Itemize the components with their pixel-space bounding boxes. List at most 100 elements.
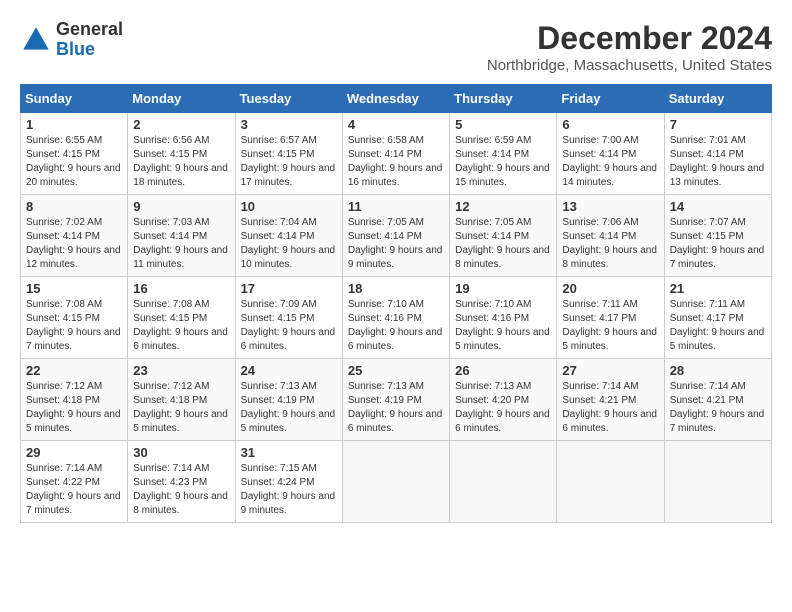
calendar-cell: 2 Sunrise: 6:56 AMSunset: 4:15 PMDaylight… [128, 113, 235, 195]
calendar-cell: 15 Sunrise: 7:08 AMSunset: 4:15 PMDayligh… [21, 277, 128, 359]
day-number: 29 [26, 445, 122, 460]
calendar-cell: 29Sunrise: 7:14 AMSunset: 4:22 PMDayligh… [21, 441, 128, 523]
day-info: Sunrise: 7:13 AMSunset: 4:19 PMDaylight:… [348, 380, 444, 436]
day-number: 5 [455, 117, 551, 132]
col-header-monday: Monday [128, 85, 235, 113]
day-number: 2 [133, 117, 229, 132]
calendar-cell: 13 Sunrise: 7:06 AMSunset: 4:14 PMDayligh… [557, 195, 664, 277]
day-number: 24 [241, 363, 337, 378]
calendar-cell: 7 Sunrise: 7:01 AMSunset: 4:14 PMDaylight… [664, 113, 771, 195]
day-info: Sunrise: 7:11 AMSunset: 4:17 PMDaylight:… [670, 298, 766, 354]
day-number: 19 [455, 281, 551, 296]
calendar-cell: 25Sunrise: 7:13 AMSunset: 4:19 PMDayligh… [342, 359, 449, 441]
calendar-cell: 14Sunrise: 7:07 AMSunset: 4:15 PMDayligh… [664, 195, 771, 277]
calendar-cell: 5 Sunrise: 6:59 AMSunset: 4:14 PMDaylight… [450, 113, 557, 195]
day-info: Sunrise: 7:06 AMSunset: 4:14 PMDaylight:… [562, 216, 658, 272]
day-info: Sunrise: 7:14 AMSunset: 4:21 PMDaylight:… [670, 380, 766, 436]
calendar-header-row: SundayMondayTuesdayWednesdayThursdayFrid… [21, 85, 772, 113]
calendar-cell: 24 Sunrise: 7:13 AMSunset: 4:19 PMDayligh… [235, 359, 342, 441]
day-info: Sunrise: 7:10 AMSunset: 4:16 PMDaylight:… [455, 298, 551, 354]
day-info: Sunrise: 7:12 AMSunset: 4:18 PMDaylight:… [133, 380, 229, 436]
day-info: Sunrise: 7:08 AMSunset: 4:15 PMDaylight:… [133, 298, 229, 354]
col-header-tuesday: Tuesday [235, 85, 342, 113]
calendar-cell: 27 Sunrise: 7:14 AMSunset: 4:21 PMDayligh… [557, 359, 664, 441]
calendar-table: SundayMondayTuesdayWednesdayThursdayFrid… [20, 84, 772, 523]
day-number: 13 [562, 199, 658, 214]
calendar-cell: 4 Sunrise: 6:58 AMSunset: 4:14 PMDaylight… [342, 113, 449, 195]
calendar-cell [450, 441, 557, 523]
day-info: Sunrise: 7:11 AMSunset: 4:17 PMDaylight:… [562, 298, 658, 354]
day-info: Sunrise: 7:00 AMSunset: 4:14 PMDaylight:… [562, 134, 658, 190]
day-number: 26 [455, 363, 551, 378]
day-info: Sunrise: 6:56 AMSunset: 4:15 PMDaylight:… [133, 134, 229, 190]
day-info: Sunrise: 7:14 AMSunset: 4:23 PMDaylight:… [133, 462, 229, 518]
day-info: Sunrise: 7:13 AMSunset: 4:20 PMDaylight:… [455, 380, 551, 436]
logo: General Blue [20, 20, 123, 60]
day-info: Sunrise: 7:03 AMSunset: 4:14 PMDaylight:… [133, 216, 229, 272]
day-info: Sunrise: 7:04 AMSunset: 4:14 PMDaylight:… [241, 216, 337, 272]
calendar-week-row: 29Sunrise: 7:14 AMSunset: 4:22 PMDayligh… [21, 441, 772, 523]
day-number: 30 [133, 445, 229, 460]
calendar-week-row: 1Sunrise: 6:55 AMSunset: 4:15 PMDaylight… [21, 113, 772, 195]
col-header-thursday: Thursday [450, 85, 557, 113]
day-info: Sunrise: 7:02 AMSunset: 4:14 PMDaylight:… [26, 216, 122, 272]
day-number: 6 [562, 117, 658, 132]
day-info: Sunrise: 7:09 AMSunset: 4:15 PMDaylight:… [241, 298, 337, 354]
calendar-cell: 19 Sunrise: 7:10 AMSunset: 4:16 PMDayligh… [450, 277, 557, 359]
calendar-cell: 26 Sunrise: 7:13 AMSunset: 4:20 PMDayligh… [450, 359, 557, 441]
day-number: 15 [26, 281, 122, 296]
calendar-cell: 6 Sunrise: 7:00 AMSunset: 4:14 PMDaylight… [557, 113, 664, 195]
day-info: Sunrise: 7:15 AMSunset: 4:24 PMDaylight:… [241, 462, 337, 518]
calendar-cell: 12Sunrise: 7:05 AMSunset: 4:14 PMDayligh… [450, 195, 557, 277]
day-info: Sunrise: 6:57 AMSunset: 4:15 PMDaylight:… [241, 134, 337, 190]
location-subtitle: Northbridge, Massachusetts, United State… [487, 57, 772, 74]
calendar-cell: 30 Sunrise: 7:14 AMSunset: 4:23 PMDayligh… [128, 441, 235, 523]
day-number: 27 [562, 363, 658, 378]
day-info: Sunrise: 7:13 AMSunset: 4:19 PMDaylight:… [241, 380, 337, 436]
day-info: Sunrise: 7:12 AMSunset: 4:18 PMDaylight:… [26, 380, 122, 436]
day-info: Sunrise: 7:14 AMSunset: 4:21 PMDaylight:… [562, 380, 658, 436]
calendar-week-row: 22Sunrise: 7:12 AMSunset: 4:18 PMDayligh… [21, 359, 772, 441]
day-number: 11 [348, 199, 444, 214]
col-header-friday: Friday [557, 85, 664, 113]
day-info: Sunrise: 7:05 AMSunset: 4:14 PMDaylight:… [348, 216, 444, 272]
day-number: 14 [670, 199, 766, 214]
calendar-cell: 23 Sunrise: 7:12 AMSunset: 4:18 PMDayligh… [128, 359, 235, 441]
calendar-cell: 20Sunrise: 7:11 AMSunset: 4:17 PMDayligh… [557, 277, 664, 359]
calendar-week-row: 15 Sunrise: 7:08 AMSunset: 4:15 PMDayligh… [21, 277, 772, 359]
col-header-saturday: Saturday [664, 85, 771, 113]
day-number: 18 [348, 281, 444, 296]
day-number: 4 [348, 117, 444, 132]
day-number: 10 [241, 199, 337, 214]
calendar-cell: 31Sunrise: 7:15 AMSunset: 4:24 PMDayligh… [235, 441, 342, 523]
title-block: December 2024 Northbridge, Massachusetts… [487, 20, 772, 74]
calendar-cell: 21 Sunrise: 7:11 AMSunset: 4:17 PMDayligh… [664, 277, 771, 359]
day-number: 8 [26, 199, 122, 214]
calendar-week-row: 8 Sunrise: 7:02 AMSunset: 4:14 PMDaylight… [21, 195, 772, 277]
day-info: Sunrise: 7:08 AMSunset: 4:15 PMDaylight:… [26, 298, 122, 354]
logo-icon [20, 24, 52, 56]
day-number: 16 [133, 281, 229, 296]
month-year-title: December 2024 [487, 20, 772, 57]
day-info: Sunrise: 6:58 AMSunset: 4:14 PMDaylight:… [348, 134, 444, 190]
day-info: Sunrise: 7:01 AMSunset: 4:14 PMDaylight:… [670, 134, 766, 190]
day-number: 12 [455, 199, 551, 214]
calendar-cell [557, 441, 664, 523]
day-number: 21 [670, 281, 766, 296]
logo-text: General Blue [56, 20, 123, 60]
calendar-cell: 17Sunrise: 7:09 AMSunset: 4:15 PMDayligh… [235, 277, 342, 359]
day-number: 9 [133, 199, 229, 214]
day-number: 23 [133, 363, 229, 378]
calendar-cell: 1Sunrise: 6:55 AMSunset: 4:15 PMDaylight… [21, 113, 128, 195]
day-info: Sunrise: 6:55 AMSunset: 4:15 PMDaylight:… [26, 134, 122, 190]
calendar-cell: 3Sunrise: 6:57 AMSunset: 4:15 PMDaylight… [235, 113, 342, 195]
day-number: 7 [670, 117, 766, 132]
calendar-cell: 28Sunrise: 7:14 AMSunset: 4:21 PMDayligh… [664, 359, 771, 441]
calendar-cell: 16 Sunrise: 7:08 AMSunset: 4:15 PMDayligh… [128, 277, 235, 359]
col-header-wednesday: Wednesday [342, 85, 449, 113]
calendar-cell: 10 Sunrise: 7:04 AMSunset: 4:14 PMDayligh… [235, 195, 342, 277]
calendar-cell [664, 441, 771, 523]
calendar-cell: 18Sunrise: 7:10 AMSunset: 4:16 PMDayligh… [342, 277, 449, 359]
calendar-cell: 22Sunrise: 7:12 AMSunset: 4:18 PMDayligh… [21, 359, 128, 441]
day-info: Sunrise: 6:59 AMSunset: 4:14 PMDaylight:… [455, 134, 551, 190]
